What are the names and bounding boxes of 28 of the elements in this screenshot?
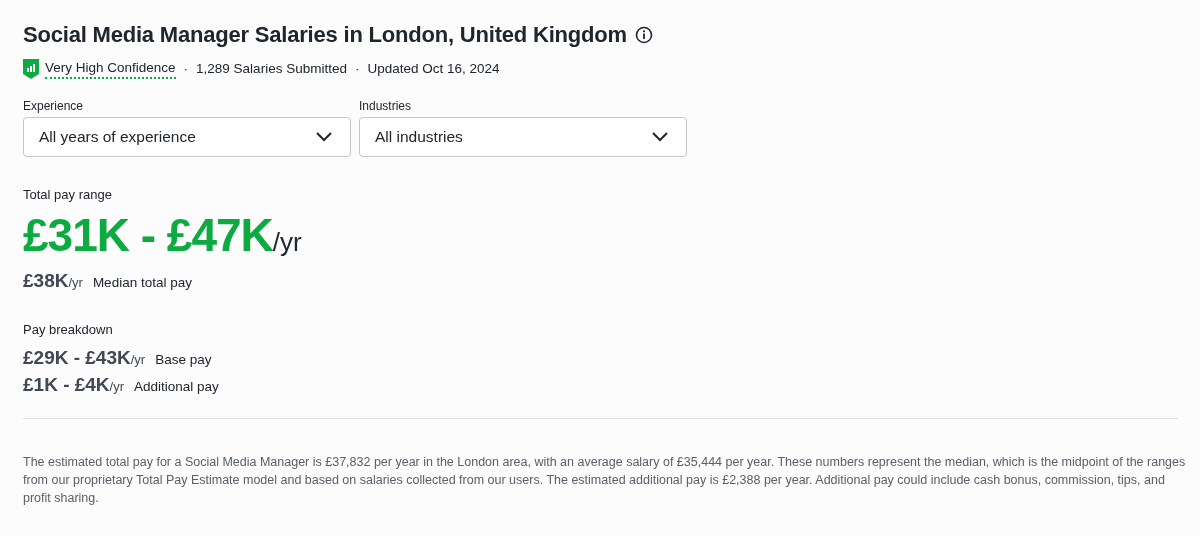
separator-dot: · xyxy=(354,61,360,76)
confidence-link[interactable]: Very High Confidence xyxy=(45,60,176,79)
chevron-down-icon xyxy=(652,132,668,142)
unit-label: /yr xyxy=(68,275,83,290)
filter-label: Experience xyxy=(23,99,85,113)
dropdown[interactable]: All years of experience xyxy=(23,117,351,157)
meta-text: Updated Oct 16, 2024 xyxy=(367,61,500,76)
unit-label: /yr xyxy=(272,227,302,258)
description-paragraph: The estimated total pay for a Social Media Manager is £37,832 per year in the London area, with an average salary of £35,444 per year. These numbers represent the median, which is the midpoint of the ranges from our proprietary Total Pay Estimate model and based on salaries collected from our users. The estimated additional pay is £2,388 per year. Additional pay could include cash bonus, commission, tips, and profit sharing. xyxy=(23,454,1187,508)
amount-label: Median total pay xyxy=(92,275,192,290)
unit-label: /yr xyxy=(130,352,146,367)
meta-text: 1,289 Salaries Submitted xyxy=(196,61,347,76)
info-icon[interactable] xyxy=(634,26,653,44)
amount-label: Additional pay xyxy=(134,379,219,394)
pay-amount: £1K - £4K xyxy=(23,374,110,396)
amount-label: Base pay xyxy=(155,352,212,367)
median-amount: £38K xyxy=(23,270,69,292)
section-label: Total pay range xyxy=(23,187,113,202)
chevron-down-icon xyxy=(316,132,332,142)
separator-dot: · xyxy=(183,61,189,76)
pay-range: £31K - £47K xyxy=(23,208,273,262)
unit-label: /yr xyxy=(109,379,125,394)
filter-label: Industries xyxy=(359,99,413,113)
shield-chart-icon xyxy=(23,58,39,79)
dropdown[interactable]: All industries xyxy=(359,117,687,157)
page-title: Social Media Manager Salaries in London, United Kingdom xyxy=(23,22,627,48)
section-label: Pay breakdown xyxy=(23,322,114,337)
pay-amount: £29K - £43K xyxy=(23,347,131,369)
